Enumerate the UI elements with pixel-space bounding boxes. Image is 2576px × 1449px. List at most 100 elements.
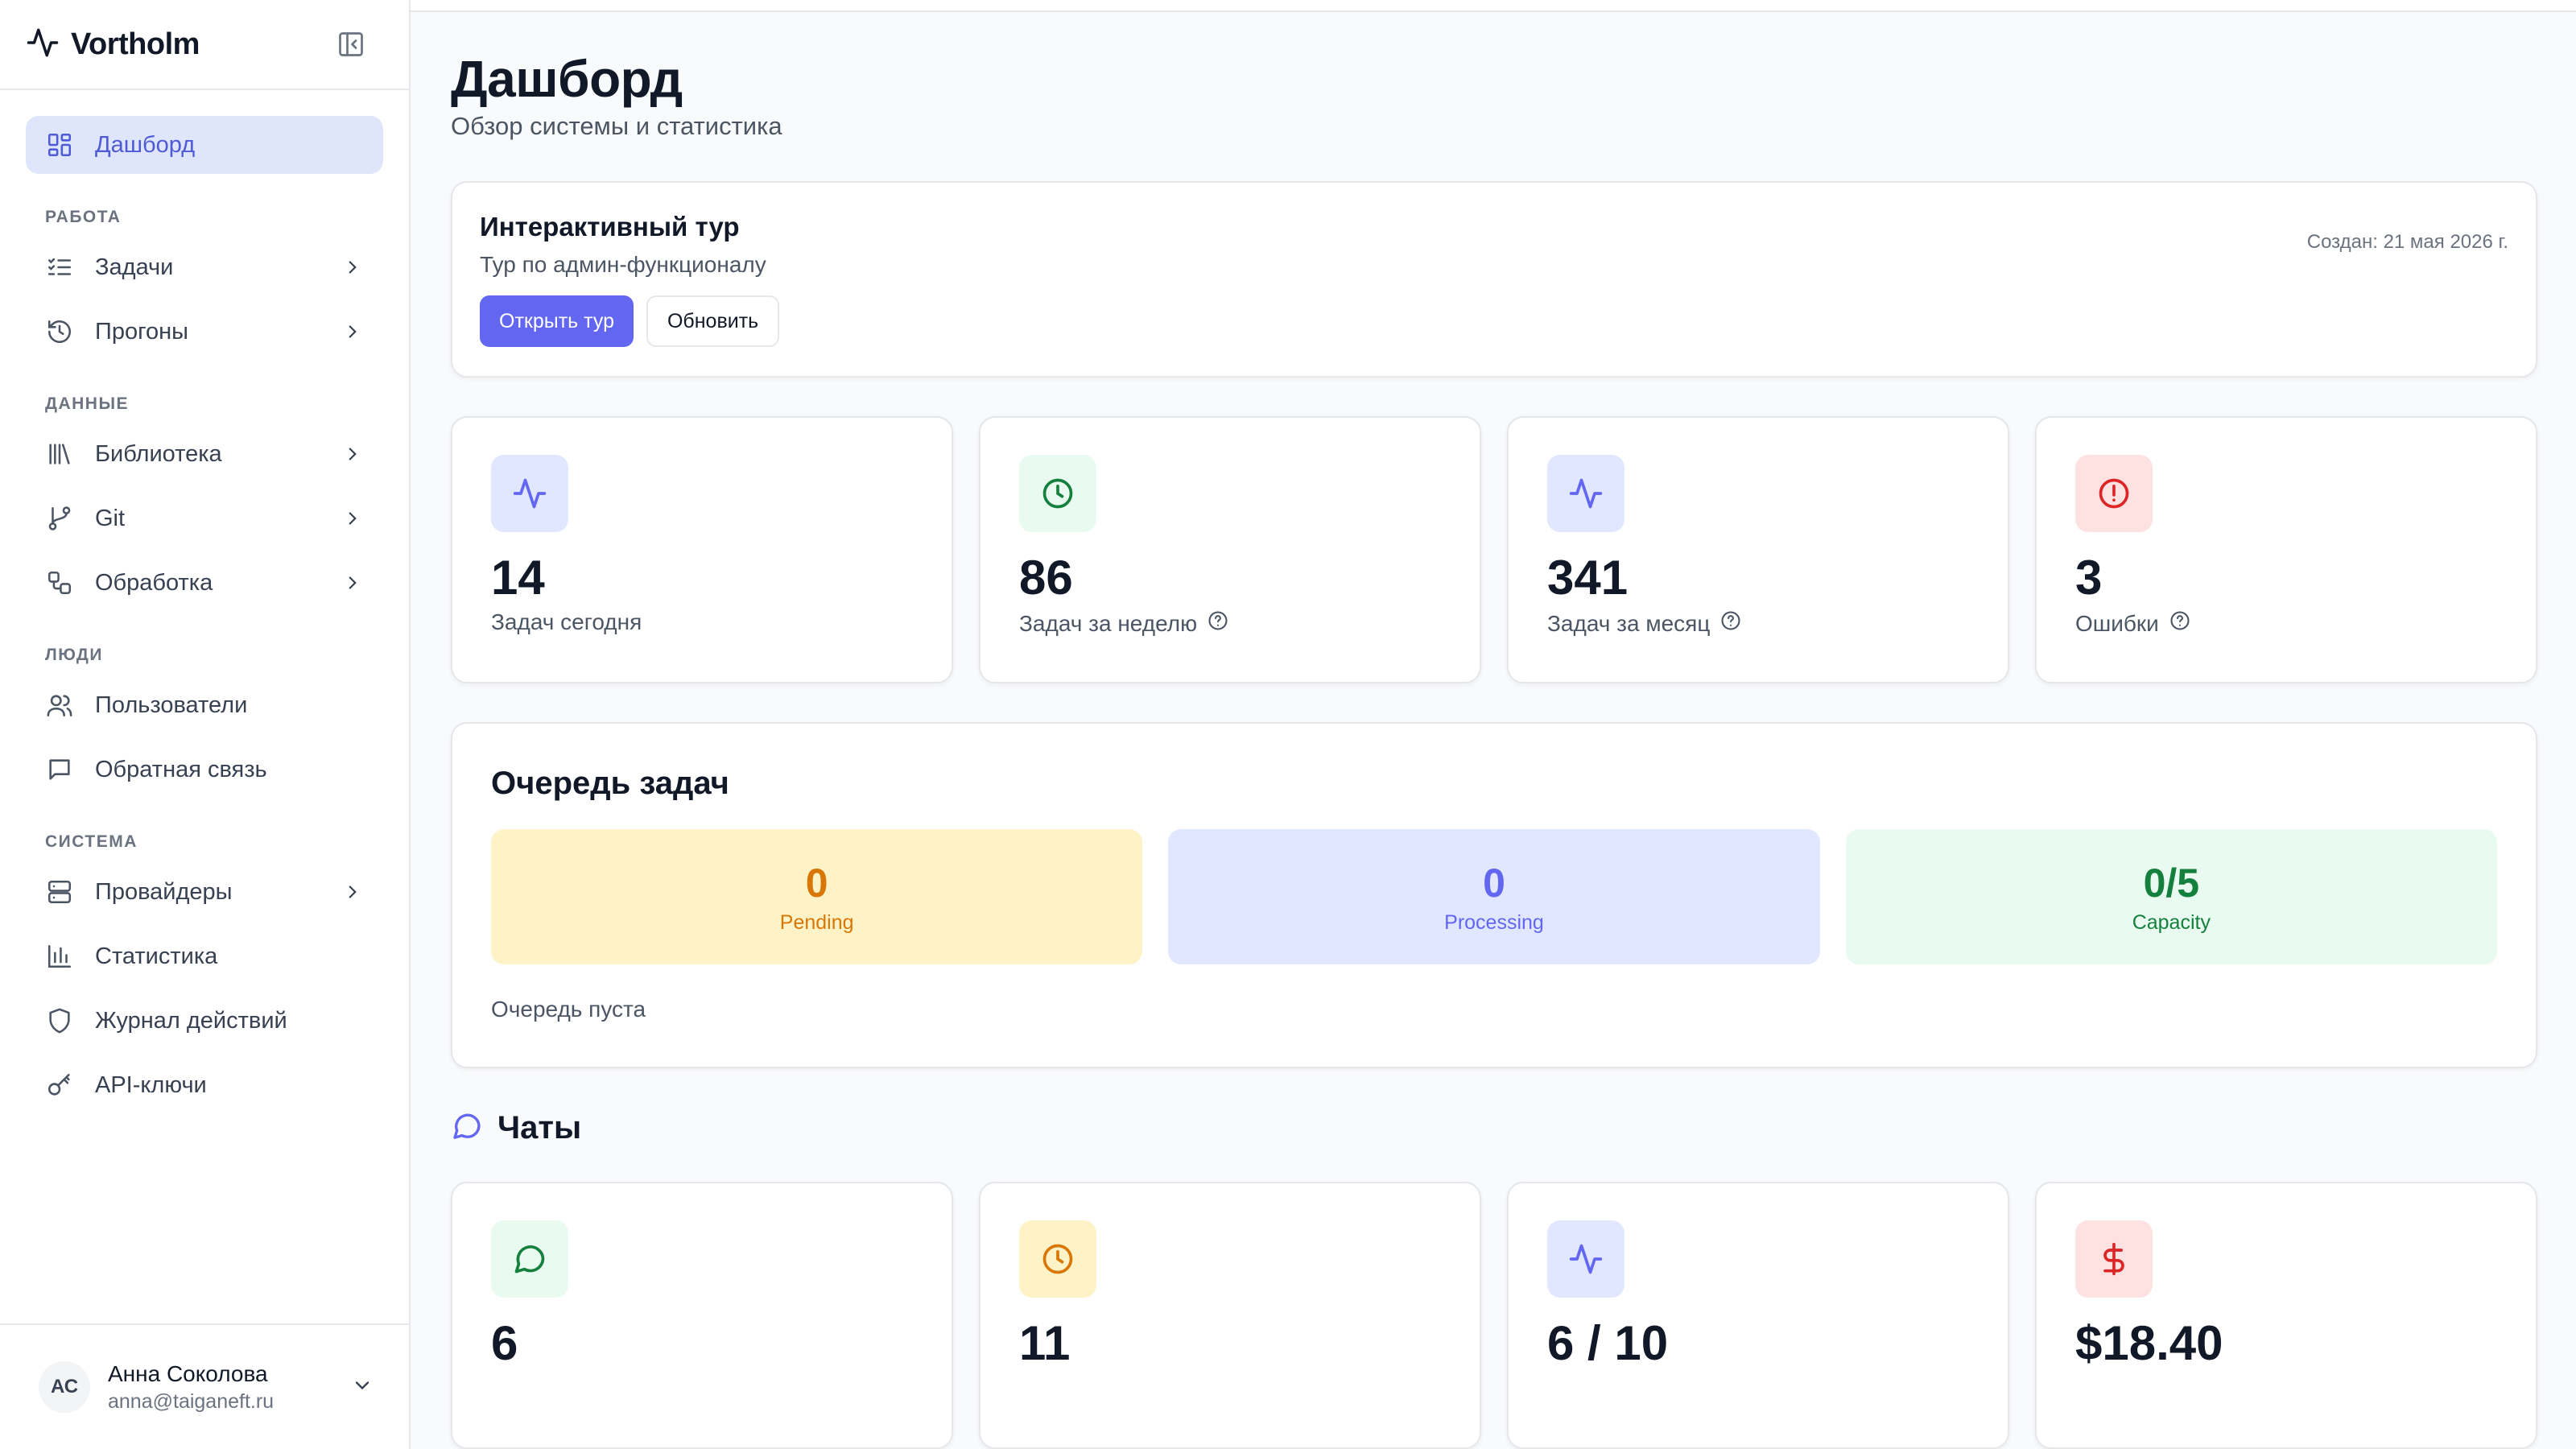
sidebar-item-label: Прогоны bbox=[95, 318, 189, 345]
user-email: anna@taiganeft.ru bbox=[108, 1389, 275, 1413]
sidebar-item-statistics[interactable]: Статистика bbox=[26, 927, 383, 985]
chevron-right-icon bbox=[341, 320, 364, 343]
avatar: АС bbox=[39, 1361, 90, 1413]
content: Дашборд Обзор системы и статистика Интер… bbox=[411, 12, 2576, 1449]
tour-title: Интерактивный тур bbox=[480, 212, 740, 242]
shield-icon bbox=[45, 1006, 74, 1035]
sidebar-item-label: API-ключи bbox=[95, 1071, 207, 1098]
stat-label: Задач за неделю bbox=[1019, 609, 1441, 638]
key-icon bbox=[45, 1071, 74, 1100]
stat-card-today: 14 Задач сегодня bbox=[451, 416, 953, 683]
queue-capacity-value: 0/5 bbox=[2143, 860, 2200, 906]
sidebar-nav: Дашборд РАБОТА Задачи Прогоны ДАННЫЕ Биб… bbox=[0, 90, 409, 1323]
sidebar-item-audit-log[interactable]: Журнал действий bbox=[26, 992, 383, 1050]
user-menu[interactable]: АС Анна Соколова anna@taiganeft.ru bbox=[0, 1323, 409, 1449]
user-info: Анна Соколова anna@taiganeft.ru bbox=[108, 1361, 333, 1414]
clock-icon bbox=[1019, 1220, 1096, 1298]
sidebar-collapse-icon[interactable] bbox=[335, 28, 367, 60]
message-circle-icon bbox=[491, 1220, 568, 1298]
section-system: СИСТЕМА bbox=[45, 832, 138, 851]
sidebar-item-label: Обработка bbox=[95, 569, 213, 596]
chat-stat-card: 6 bbox=[451, 1182, 953, 1449]
workflow-icon bbox=[45, 568, 74, 597]
sidebar-item-api-keys[interactable]: API-ключи bbox=[26, 1056, 383, 1114]
task-stats: 14 Задач сегодня 86 Задач за неделю 341 … bbox=[451, 416, 2537, 683]
bar-chart-icon bbox=[45, 942, 74, 971]
stat-value: 6 bbox=[491, 1316, 518, 1370]
sidebar-item-git[interactable]: Git bbox=[26, 489, 383, 547]
stat-value: 14 bbox=[491, 551, 545, 605]
sidebar-item-label: Статистика bbox=[95, 943, 218, 969]
queue-processing-label: Processing bbox=[1444, 910, 1544, 934]
help-circle-icon[interactable] bbox=[1719, 609, 1742, 638]
page-title: Дашборд bbox=[451, 49, 683, 108]
chevron-right-icon bbox=[341, 443, 364, 465]
queue-capacity: 0/5 Capacity bbox=[1845, 829, 2497, 964]
chat-stat-card: $18.40 bbox=[2035, 1182, 2537, 1449]
sidebar-item-providers[interactable]: Провайдеры bbox=[26, 863, 383, 921]
server-icon bbox=[45, 877, 74, 906]
sidebar-item-feedback[interactable]: Обратная связь bbox=[26, 741, 383, 799]
task-queue-card: Очередь задач 0 Pending 0 Processing 0/5… bbox=[451, 722, 2537, 1068]
help-circle-icon[interactable] bbox=[1207, 609, 1229, 638]
sidebar-item-label: Пользователи bbox=[95, 691, 248, 718]
topbar bbox=[411, 0, 2576, 12]
message-circle-icon bbox=[451, 1110, 483, 1146]
page-subtitle: Обзор системы и статистика bbox=[451, 112, 782, 140]
stat-value: $18.40 bbox=[2075, 1316, 2223, 1370]
pulse-logo-icon bbox=[26, 26, 60, 64]
chevron-down-icon[interactable] bbox=[351, 1374, 374, 1401]
brand-name: Vortholm bbox=[71, 27, 200, 61]
queue-pending-label: Pending bbox=[779, 910, 854, 934]
section-people: ЛЮДИ bbox=[45, 646, 103, 664]
sidebar-item-processing[interactable]: Обработка bbox=[26, 554, 383, 612]
app-root: Vortholm Дашборд РАБОТА Задачи Прогоны Д… bbox=[0, 0, 2576, 1449]
alert-circle-icon bbox=[2075, 455, 2153, 532]
help-circle-icon[interactable] bbox=[2169, 609, 2191, 638]
section-data: ДАННЫЕ bbox=[45, 394, 130, 413]
library-icon bbox=[45, 440, 74, 469]
sidebar-item-label: Задачи bbox=[95, 254, 174, 280]
stat-label: Задач за месяц bbox=[1547, 609, 1969, 638]
sidebar-item-label: Дашборд bbox=[95, 131, 196, 158]
activity-icon bbox=[1547, 455, 1624, 532]
users-icon bbox=[45, 691, 74, 720]
chat-stats: 6 11 6 / 10 $18.40 bbox=[451, 1182, 2537, 1449]
chevron-right-icon bbox=[341, 507, 364, 530]
stat-label-text: Задач за неделю bbox=[1019, 610, 1198, 636]
sidebar-item-library[interactable]: Библиотека bbox=[26, 425, 383, 483]
sidebar-item-label: Обратная связь bbox=[95, 756, 267, 782]
activity-icon bbox=[1547, 1220, 1624, 1298]
section-work: РАБОТА bbox=[45, 208, 122, 226]
chat-stat-card: 11 bbox=[979, 1182, 1481, 1449]
sidebar: Vortholm Дашборд РАБОТА Задачи Прогоны Д… bbox=[0, 0, 411, 1449]
message-square-icon bbox=[45, 755, 74, 784]
sidebar-header: Vortholm bbox=[0, 0, 409, 90]
sidebar-item-tasks[interactable]: Задачи bbox=[26, 238, 383, 296]
stat-value: 6 / 10 bbox=[1547, 1316, 1669, 1370]
dollar-sign-icon bbox=[2075, 1220, 2153, 1298]
sidebar-item-dashboard[interactable]: Дашборд bbox=[26, 116, 383, 174]
chevron-right-icon bbox=[341, 572, 364, 594]
queue-boxes: 0 Pending 0 Processing 0/5 Capacity bbox=[491, 829, 2497, 964]
stat-card-week: 86 Задач за неделю bbox=[979, 416, 1481, 683]
tour-subtitle: Тур по админ-функционалу bbox=[480, 252, 766, 277]
sidebar-item-label: Провайдеры bbox=[95, 878, 233, 905]
queue-processing: 0 Processing bbox=[1168, 829, 1820, 964]
sidebar-item-users[interactable]: Пользователи bbox=[26, 676, 383, 734]
stat-value: 86 bbox=[1019, 551, 1073, 605]
queue-pending: 0 Pending bbox=[491, 829, 1143, 964]
stat-value: 11 bbox=[1019, 1316, 1071, 1370]
chat-stat-card: 6 / 10 bbox=[1507, 1182, 2009, 1449]
refresh-button[interactable]: Обновить bbox=[646, 295, 780, 347]
tour-card: Интерактивный тур Тур по админ-функциона… bbox=[451, 181, 2537, 378]
main-area: Дашборд Обзор системы и статистика Интер… bbox=[411, 0, 2576, 1449]
tour-created-date: Создан: 21 мая 2026 г. bbox=[2306, 231, 2508, 253]
open-tour-button[interactable]: Открыть тур bbox=[480, 295, 634, 347]
queue-capacity-label: Capacity bbox=[2132, 910, 2211, 934]
history-icon bbox=[45, 317, 74, 346]
list-checks-icon bbox=[45, 253, 74, 282]
sidebar-item-runs[interactable]: Прогоны bbox=[26, 303, 383, 361]
brand[interactable]: Vortholm bbox=[26, 26, 200, 64]
layout-grid-icon bbox=[45, 130, 74, 159]
